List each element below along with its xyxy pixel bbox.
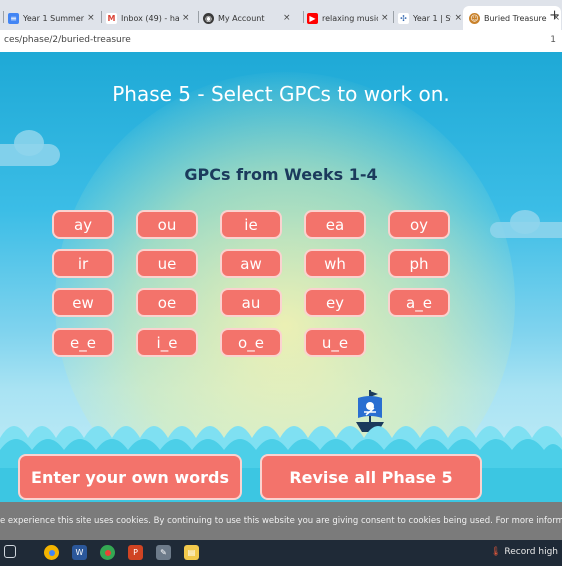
browser-tab-strip: ≡ Year 1 Summer × M Inbox (49) - hatc × … xyxy=(0,0,562,30)
revise-all-phase-5-button[interactable]: Revise all Phase 5 xyxy=(260,454,482,500)
cookie-banner: e experience this site uses cookies. By … xyxy=(0,502,562,540)
gpc-button-o-e[interactable]: o_e xyxy=(220,328,282,357)
chrome-profile-icon[interactable] xyxy=(100,545,115,560)
new-tab-button[interactable]: + xyxy=(549,8,560,23)
tab-close-icon[interactable]: × xyxy=(283,13,291,23)
section-subtitle: GPCs from Weeks 1-4 xyxy=(184,165,378,184)
gpc-button-ue[interactable]: ue xyxy=(136,249,198,278)
address-bar[interactable]: ces/phase/2/buried-treasure 1 xyxy=(0,30,562,53)
paint-icon[interactable]: ✎ xyxy=(156,545,171,560)
gpc-button-ie[interactable]: ie xyxy=(220,210,282,239)
youtube-icon: ▶ xyxy=(307,12,318,24)
word-icon[interactable]: W xyxy=(72,545,87,560)
thermometer-icon: 🌡 xyxy=(490,547,502,557)
chrome-icon[interactable] xyxy=(44,545,59,560)
tab-separator xyxy=(198,11,199,23)
gpc-button-ey[interactable]: ey xyxy=(304,288,366,317)
gpc-button-ph[interactable]: ph xyxy=(388,249,450,278)
gpc-button-oy[interactable]: oy xyxy=(388,210,450,239)
tab-year-1-st-monica[interactable]: ✣ Year 1 | St Monic × xyxy=(398,6,462,30)
tab-separator xyxy=(3,11,4,23)
gpc-button-ou[interactable]: ou xyxy=(136,210,198,239)
gpc-button-au[interactable]: au xyxy=(220,288,282,317)
tab-close-icon[interactable]: × xyxy=(87,13,95,23)
url-text[interactable]: ces/phase/2/buried-treasure xyxy=(4,35,131,45)
address-bar-right-text: 1 xyxy=(550,35,556,45)
cloud xyxy=(14,130,44,156)
enter-own-words-button[interactable]: Enter your own words xyxy=(18,454,242,500)
gpc-button-e-e[interactable]: e_e xyxy=(52,328,114,357)
gpc-button-ew[interactable]: ew xyxy=(52,288,114,317)
tab-close-icon[interactable]: × xyxy=(381,13,389,23)
weather-widget[interactable]: 🌡 Record high xyxy=(490,547,558,557)
school-icon: ✣ xyxy=(398,12,409,24)
cloud xyxy=(510,210,540,234)
tab-title: My Account xyxy=(218,13,265,23)
tab-year-1-summer[interactable]: ≡ Year 1 Summer × xyxy=(8,6,98,30)
gpc-button-aw[interactable]: aw xyxy=(220,249,282,278)
file-explorer-icon[interactable]: ▤ xyxy=(184,545,199,560)
page-title: Phase 5 - Select GPCs to work on. xyxy=(112,82,450,106)
tab-separator xyxy=(303,11,304,23)
gpc-button-ea[interactable]: ea xyxy=(304,210,366,239)
tab-inbox[interactable]: M Inbox (49) - hatc × xyxy=(106,6,194,30)
tab-separator xyxy=(101,11,102,23)
gpc-button-a-e[interactable]: a_e xyxy=(388,288,450,317)
tab-buried-treasure[interactable]: ☺ Buried Treasure × xyxy=(463,6,561,30)
gpc-button-ir[interactable]: ir xyxy=(52,249,114,278)
gpc-button-u-e[interactable]: u_e xyxy=(304,328,366,357)
docs-icon: ≡ xyxy=(8,12,19,24)
tab-my-account[interactable]: ◉ My Account × xyxy=(203,6,301,30)
task-view-icon[interactable] xyxy=(4,545,16,558)
tab-title: Inbox (49) - hatc xyxy=(121,13,179,23)
gpc-button-wh[interactable]: wh xyxy=(304,249,366,278)
gpc-button-oe[interactable]: oe xyxy=(136,288,198,317)
game-icon: ☺ xyxy=(469,12,480,24)
gpc-button-ay[interactable]: ay xyxy=(52,210,114,239)
tab-title: Buried Treasure xyxy=(484,13,547,23)
tab-title: relaxing music - xyxy=(322,13,378,23)
gmail-icon: M xyxy=(106,12,117,24)
tab-separator xyxy=(393,11,394,23)
windows-taskbar: W P ✎ ▤ 🌡 Record high xyxy=(0,540,562,566)
tab-close-icon[interactable]: × xyxy=(454,13,462,23)
cookie-banner-text: e experience this site uses cookies. By … xyxy=(0,516,562,526)
tab-close-icon[interactable]: × xyxy=(182,13,190,23)
tab-title: Year 1 Summer xyxy=(23,13,85,23)
gpc-button-i-e[interactable]: i_e xyxy=(136,328,198,357)
game-stage: Phase 5 - Select GPCs to work on. GPCs f… xyxy=(0,52,562,502)
powerpoint-icon[interactable]: P xyxy=(128,545,143,560)
tab-relaxing-music[interactable]: ▶ relaxing music - × xyxy=(307,6,391,30)
weather-text: Record high xyxy=(504,547,558,557)
tab-title: Year 1 | St Monic xyxy=(413,13,451,23)
account-icon: ◉ xyxy=(203,12,214,24)
